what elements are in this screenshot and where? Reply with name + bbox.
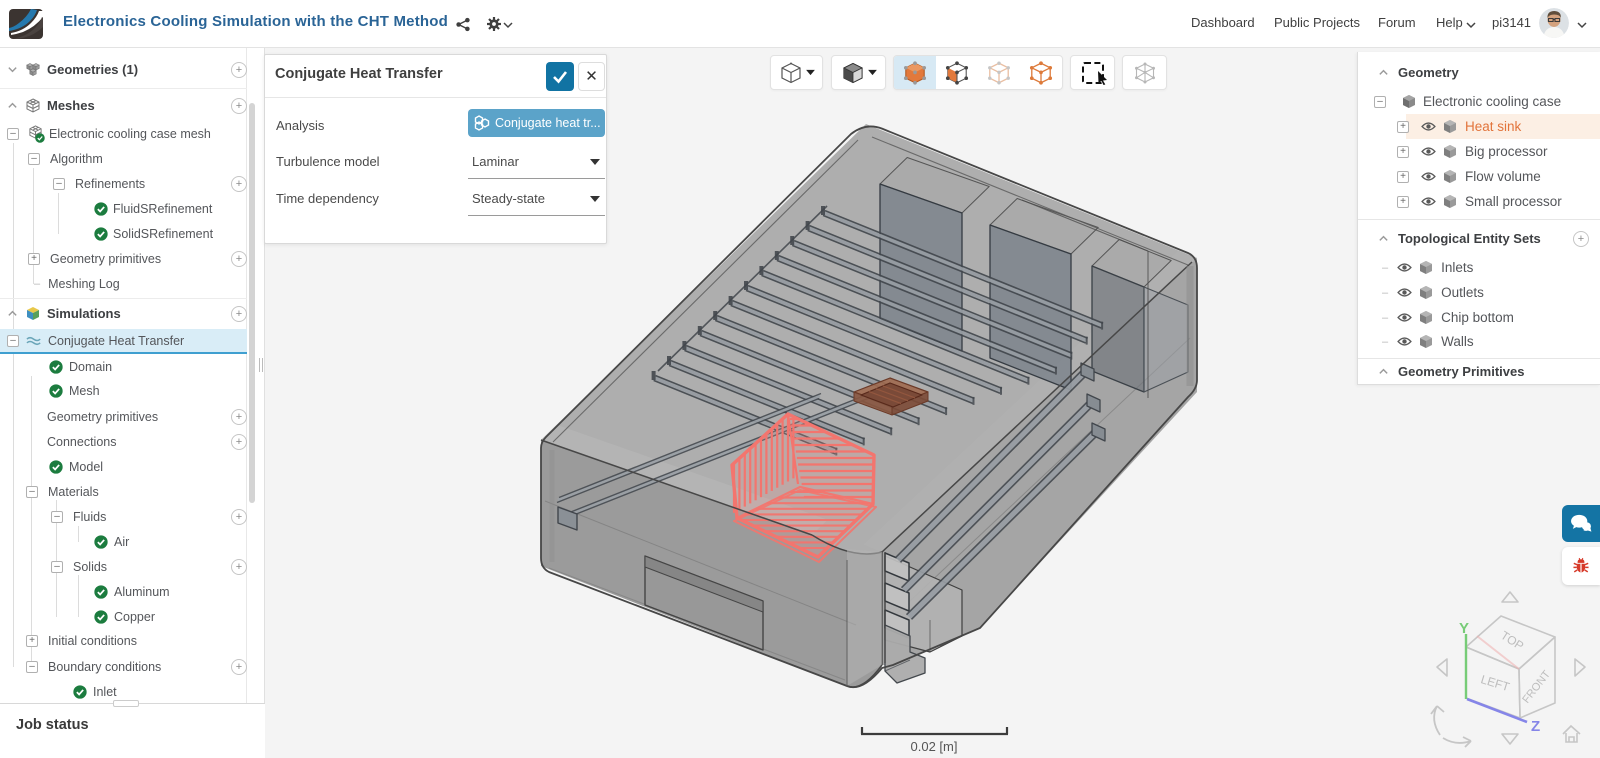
svg-text:0.02 [m]: 0.02 [m] <box>911 739 958 754</box>
svg-text:Z: Z <box>1531 718 1540 735</box>
svg-text:Y: Y <box>1459 620 1469 637</box>
